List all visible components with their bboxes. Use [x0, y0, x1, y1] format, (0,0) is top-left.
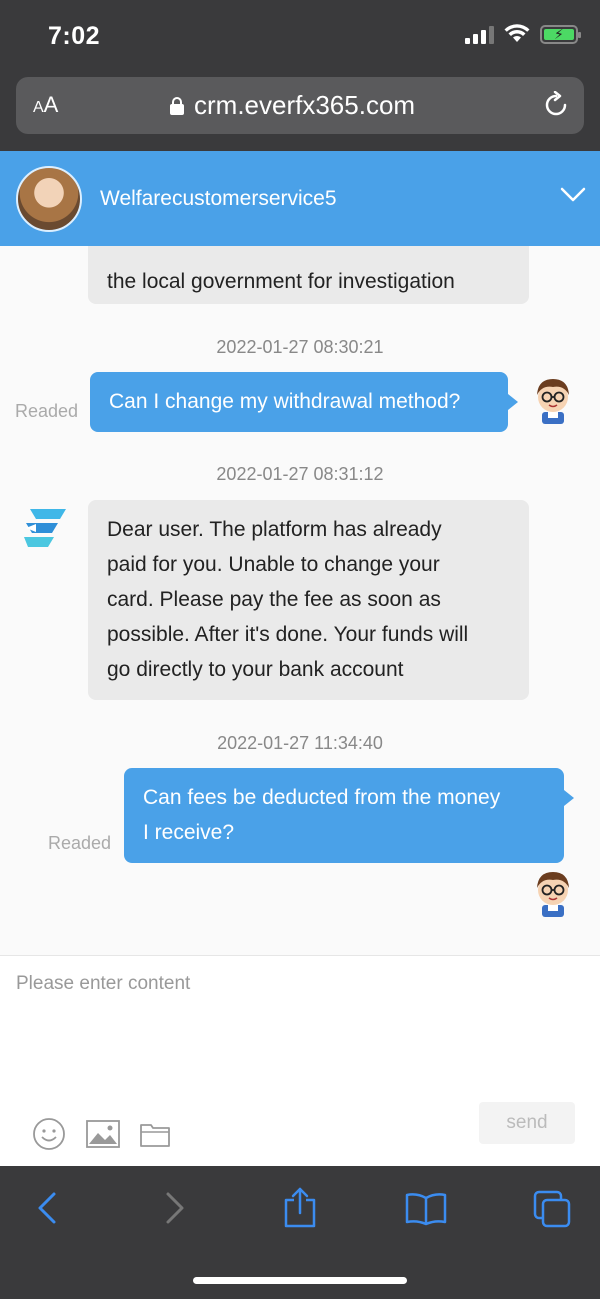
user-avatar: [537, 379, 569, 424]
cellular-signal-icon: [465, 24, 494, 44]
reload-icon[interactable]: [542, 91, 570, 119]
browser-top-chrome: 7:02 ⚡ AA crm.everfx365.com: [0, 0, 600, 151]
message-bubble-outgoing: Can fees be deducted from the money I re…: [124, 768, 574, 863]
forward-icon[interactable]: [164, 1191, 186, 1225]
chevron-down-icon[interactable]: [560, 186, 586, 204]
message-timestamp: 2022-01-27 11:34:40: [217, 733, 383, 753]
chat-header: Welfarecustomerservice5: [0, 151, 600, 246]
url-bar[interactable]: AA crm.everfx365.com: [16, 77, 584, 134]
folder-icon[interactable]: [140, 1121, 170, 1147]
text-size-button[interactable]: AA: [33, 92, 58, 118]
send-button[interactable]: send: [479, 1102, 575, 1144]
message-line: Can fees be deducted from the money: [143, 786, 501, 809]
message-timestamp: 2022-01-27 08:30:21: [216, 337, 384, 357]
back-icon[interactable]: [36, 1191, 58, 1225]
user-avatar: [537, 872, 569, 917]
message-line: Dear user. The platform has already: [107, 518, 442, 541]
message-bubble-outgoing: Can I change my withdrawal method?: [90, 372, 518, 432]
emoji-icon[interactable]: [32, 1117, 66, 1151]
image-icon[interactable]: [86, 1120, 120, 1148]
home-indicator: [193, 1277, 407, 1284]
message-text: Can I change my withdrawal method?: [109, 390, 461, 413]
share-icon[interactable]: [283, 1186, 317, 1228]
message-timestamp: 2022-01-27 08:31:12: [216, 464, 384, 484]
composer-tools: [32, 1117, 170, 1151]
message-line: I receive?: [143, 821, 235, 844]
composer: Please enter content send: [0, 955, 600, 1166]
url-display[interactable]: crm.everfx365.com: [170, 90, 415, 121]
url-text: crm.everfx365.com: [194, 90, 416, 120]
status-icons: ⚡: [465, 24, 581, 44]
agent-avatar: [16, 166, 82, 232]
message-input[interactable]: Please enter content: [16, 973, 190, 995]
bookmarks-icon[interactable]: [405, 1192, 447, 1226]
agent-name: Welfarecustomerservice5: [100, 187, 337, 210]
message-line: card. Please pay the fee as soon as: [107, 588, 441, 611]
platform-logo-icon: [24, 509, 66, 547]
message-line: possible. After it's done. Your funds wi…: [107, 623, 469, 646]
status-time: 7:02: [48, 22, 101, 50]
message-list[interactable]: the local government for investigation 2…: [0, 246, 600, 955]
read-status: Readed: [15, 401, 79, 421]
read-status: Readed: [48, 833, 112, 853]
tabs-icon[interactable]: [533, 1190, 571, 1228]
wifi-icon: [504, 24, 530, 42]
message-bubble-incoming: the local government for investigation: [88, 246, 529, 304]
browser-toolbar: [0, 1166, 600, 1299]
lock-icon: [170, 96, 184, 115]
message-text: the local government for investigation: [107, 270, 455, 293]
message-line: paid for you. Unable to change your: [107, 553, 440, 576]
message-line: go directly to your bank account: [107, 658, 404, 681]
message-bubble-incoming: Dear user. The platform has already paid…: [88, 500, 529, 700]
battery-icon: ⚡: [540, 24, 581, 44]
